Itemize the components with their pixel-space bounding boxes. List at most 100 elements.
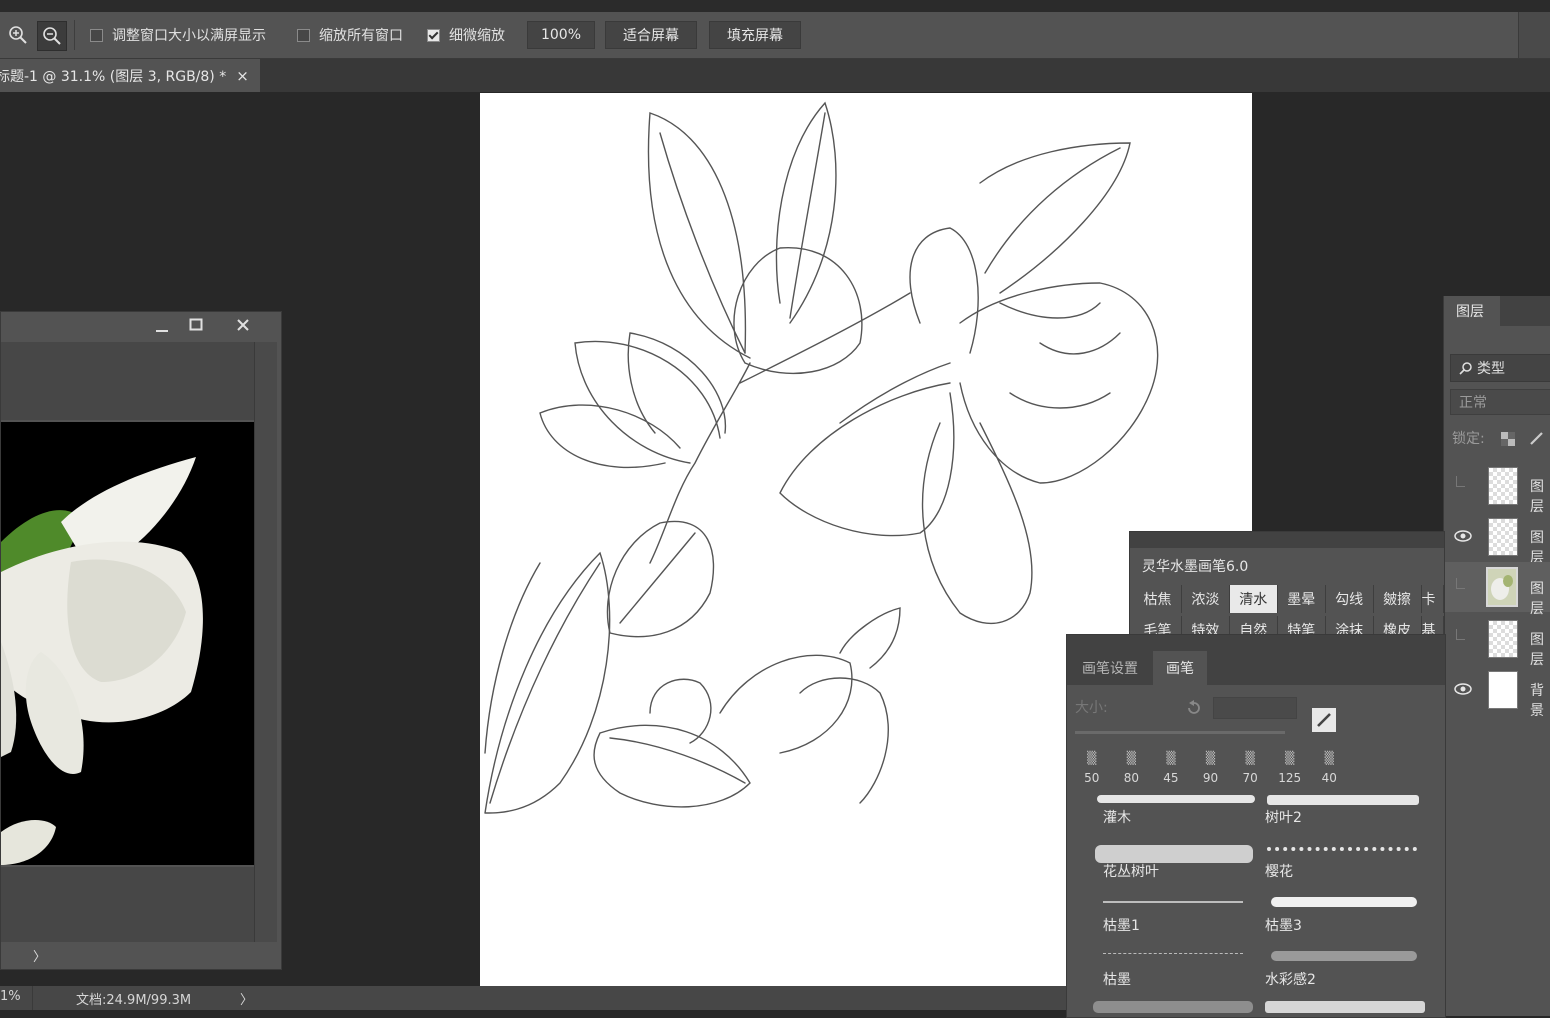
ink-tab-active[interactable]: 清水 — [1229, 585, 1278, 613]
brush-preset[interactable]: ▒ 90 — [1192, 751, 1230, 791]
layer-row-selected[interactable]: 图层 — [1444, 562, 1550, 617]
brush-preset[interactable]: ▒ 45 — [1152, 751, 1190, 791]
scroll-right-arrow[interactable]: 〉 — [33, 946, 46, 965]
layer-thumbnail — [1488, 467, 1518, 505]
visibility-off-icon[interactable] — [1456, 629, 1465, 640]
ink-tab[interactable]: 浓淡 — [1182, 585, 1230, 613]
brush-item[interactable]: 水彩感2 — [1265, 947, 1433, 999]
brush-preset[interactable]: ▒ 40 — [1310, 751, 1348, 791]
fill-screen-button[interactable]: 填充屏幕 — [709, 21, 801, 49]
zoom-out-button[interactable] — [37, 21, 67, 51]
white-flower-photo — [1, 457, 203, 865]
resize-window-option[interactable]: 调整窗口大小以满屏显示 — [90, 25, 266, 45]
brush-stroke-preview — [1271, 897, 1417, 907]
brush-name: 树叶2 — [1265, 810, 1302, 826]
ink-tab[interactable]: 毛笔 — [1134, 616, 1182, 636]
ink-tab[interactable]: 枯焦 — [1134, 585, 1182, 613]
brush-item[interactable]: 灌木 — [1093, 793, 1261, 845]
brush-name: 樱花 — [1265, 864, 1293, 880]
reference-hscroll[interactable]: 〉 — [1, 942, 281, 969]
ink-tab[interactable]: 涂抹 — [1326, 616, 1374, 636]
layers-tab[interactable]: 图层 — [1444, 296, 1500, 326]
reference-window[interactable]: 〉 — [0, 311, 282, 970]
ink-panel-header — [1130, 532, 1444, 548]
preset-size: 125 — [1278, 771, 1302, 785]
menu-bar — [0, 0, 1550, 12]
brush-item[interactable]: 枯墨 — [1093, 947, 1261, 999]
status-menu-arrow[interactable]: 〉 — [240, 989, 253, 1008]
layer-row[interactable]: 图层 — [1444, 613, 1550, 668]
minimize-icon[interactable] — [155, 321, 169, 333]
zoom-all-windows-checkbox[interactable] — [297, 28, 310, 42]
brush-preset[interactable]: ▒ 70 — [1231, 751, 1269, 791]
preset-size: 80 — [1123, 771, 1139, 785]
reference-scrollbar[interactable] — [254, 342, 277, 942]
ink-tab[interactable]: 卡 — [1422, 585, 1445, 613]
brush-name: 枯墨1 — [1103, 918, 1140, 934]
fit-screen-button[interactable]: 适合屏幕 — [605, 21, 697, 49]
document-tab[interactable]: 标题-1 @ 31.1% (图层 3, RGB/8) * × — [0, 59, 260, 92]
ink-tab[interactable]: 特效 — [1182, 616, 1230, 636]
layer-row[interactable]: 图层 — [1444, 460, 1550, 515]
brush-tab-bar: 画笔设置 画笔 — [1067, 651, 1445, 685]
brush-options-button[interactable] — [1312, 708, 1336, 732]
brush-item[interactable]: 花丛树叶 — [1093, 839, 1261, 891]
scrubby-zoom-checkbox[interactable] — [427, 28, 440, 42]
brush-size-slider[interactable] — [1075, 731, 1285, 734]
layer-row[interactable]: 图层 — [1444, 511, 1550, 566]
brush-presets: ▒ 50 ▒ 80 ▒ 45 ▒ 90 ▒ 70 ▒ 125 ▒ 40 — [1073, 751, 1348, 793]
layers-panel: 图层 类型 正常 锁定: 图层 图层 图层 图层 背景 — [1443, 296, 1550, 1016]
ink-tab[interactable]: 特笔 — [1278, 616, 1326, 636]
reference-lower-area — [1, 867, 254, 942]
layer-filter-select[interactable]: 类型 — [1450, 354, 1550, 382]
eye-icon[interactable] — [1454, 680, 1472, 698]
scrubby-zoom-option[interactable]: 细微缩放 — [427, 25, 505, 45]
zoom-all-windows-option[interactable]: 缩放所有窗口 — [297, 25, 403, 45]
reference-window-titlebar[interactable] — [1, 312, 281, 340]
ink-tab[interactable]: 基 — [1422, 616, 1444, 636]
zoom-in-button[interactable] — [4, 21, 32, 49]
reference-image — [1, 422, 254, 865]
lock-pixels-brush-icon[interactable] — [1529, 430, 1545, 446]
preset-size: 50 — [1084, 771, 1100, 785]
separator — [74, 20, 75, 50]
ink-tab[interactable]: 皴擦 — [1374, 585, 1422, 613]
preset-size: 40 — [1321, 771, 1337, 785]
lock-transparency-icon[interactable] — [1501, 432, 1515, 446]
brush-name: 花丛树叶 — [1103, 864, 1159, 880]
brush-size-input[interactable] — [1213, 697, 1297, 719]
brush-preset[interactable]: ▒ 125 — [1271, 751, 1309, 791]
status-doc-size: 文档:24.9M/99.3M — [76, 993, 192, 1008]
blend-mode-select[interactable]: 正常 — [1450, 389, 1550, 415]
brush-item[interactable]: 樱花 — [1265, 839, 1433, 891]
ink-tab[interactable]: 橡皮 — [1374, 616, 1422, 636]
visibility-off-icon[interactable] — [1456, 578, 1465, 589]
brush-item[interactable]: 树叶2 — [1265, 793, 1433, 845]
eye-icon[interactable] — [1454, 527, 1472, 545]
close-icon[interactable] — [236, 318, 250, 332]
ink-tab[interactable]: 勾线 — [1326, 585, 1374, 613]
brush-name: 灌木 — [1103, 810, 1131, 826]
close-tab-icon[interactable]: × — [236, 67, 249, 85]
status-bar: 1% 文档:24.9M/99.3M 〉 — [0, 986, 1068, 1010]
layer-row-background[interactable]: 背景 — [1444, 664, 1550, 719]
document-tab-bar: 标题-1 @ 31.1% (图层 3, RGB/8) * × — [0, 59, 1550, 92]
status-zoom[interactable]: 1% — [0, 989, 21, 1004]
brush-item[interactable]: 枯墨1 — [1093, 893, 1261, 945]
resize-window-checkbox[interactable] — [90, 28, 103, 42]
brush-preset[interactable]: ▒ 80 — [1113, 751, 1151, 791]
ink-tab[interactable]: 墨晕 — [1278, 585, 1326, 613]
document-tab-title: 标题-1 @ 31.1% (图层 3, RGB/8) * — [0, 68, 227, 85]
ink-tab[interactable]: 自然 — [1230, 616, 1278, 636]
visibility-off-icon[interactable] — [1456, 476, 1465, 487]
tab-brushes[interactable]: 画笔 — [1153, 651, 1207, 685]
brush-preset[interactable]: ▒ 50 — [1073, 751, 1111, 791]
brush-stroke-preview — [1271, 951, 1417, 961]
reset-icon[interactable] — [1185, 699, 1203, 717]
brush-item[interactable]: 枯墨3 — [1265, 893, 1433, 945]
maximize-icon[interactable] — [189, 318, 203, 332]
tab-brush-settings[interactable]: 画笔设置 — [1067, 651, 1153, 685]
brush-stroke-preview — [1097, 795, 1255, 803]
layer-name: 背景 — [1530, 683, 1544, 719]
zoom-100-button[interactable]: 100% — [527, 21, 595, 49]
